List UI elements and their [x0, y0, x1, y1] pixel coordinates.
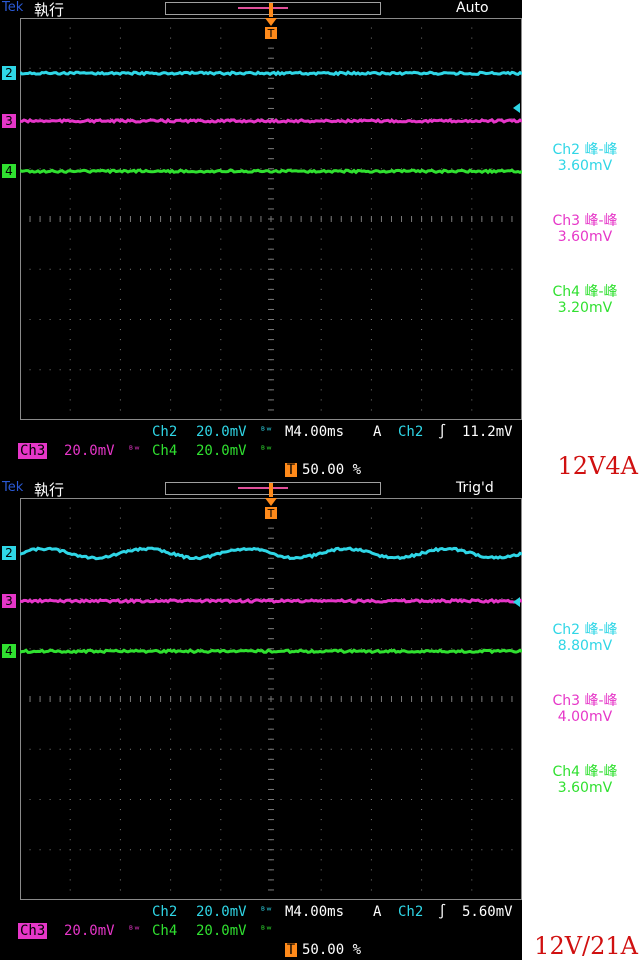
trigger-level-value[interactable]: 11.2mV [460, 424, 515, 440]
ch3-trace [20, 117, 522, 125]
ch4-scale-value[interactable]: 20.0mV [194, 443, 249, 459]
bandwidth-limit-icon: ᴮʷ [126, 443, 143, 459]
measurement-name: Ch4 峰-峰 [552, 284, 618, 300]
measurement-name: Ch4 峰-峰 [552, 764, 618, 780]
trigger-slope-icon[interactable]: ∫ [436, 904, 449, 920]
waveform-graticule [20, 18, 522, 420]
svg-text:T: T [267, 507, 275, 520]
trigger-position-icon: T [264, 18, 278, 40]
trigger-source-label[interactable]: Ch2 [396, 904, 426, 920]
trigger-mode-label: Auto [456, 0, 489, 16]
ch2-channel-label[interactable]: Ch2 [150, 904, 180, 920]
ch3-ground-marker[interactable]: 3 [2, 114, 16, 128]
bandwidth-limit-icon: ᴮʷ [258, 443, 275, 459]
ch2-channel-label[interactable]: Ch2 [150, 424, 180, 440]
ch4-trace [20, 648, 522, 655]
ch3-ground-marker[interactable]: 3 [2, 594, 16, 608]
measurement-name: Ch3 峰-峰 [552, 693, 618, 709]
measurement-value: 3.60mV [557, 780, 613, 796]
ch3-trace [20, 597, 522, 605]
ch2-ground-marker[interactable]: 2 [2, 66, 16, 81]
trigger-position-icon: T [264, 498, 278, 520]
ch3-scale-value[interactable]: 20.0mV [62, 923, 117, 939]
ch2-scale-value[interactable]: 20.0mV [194, 904, 249, 920]
scope-screen-bottom: Tek 執行 Trig'd [0, 480, 530, 960]
ch2-trace [20, 70, 522, 77]
waveform-traces [20, 546, 522, 655]
trigger-position-icon: T [285, 942, 297, 958]
timebase-value[interactable]: M4.00ms [283, 904, 347, 920]
record-bar-marker-icon [267, 2, 275, 17]
ch4-trace [20, 168, 522, 175]
bandwidth-limit-icon: ᴮʷ [126, 923, 143, 939]
scope-screen-top: Tek 執行 Auto [0, 0, 530, 480]
measurement-value: 3.20mV [557, 300, 613, 316]
ch3-scale-value[interactable]: 20.0mV [62, 443, 117, 459]
scope-top-bar: Tek 執行 Trig'd [0, 480, 530, 499]
bandwidth-limit-icon: ᴮʷ [258, 923, 275, 939]
scope-top-bar: Tek 執行 Auto [0, 0, 530, 19]
brand-logo: Tek [2, 480, 24, 495]
ch3-channel-label[interactable]: Ch3 [18, 923, 48, 939]
bandwidth-limit-icon: ᴮʷ [258, 904, 275, 920]
ch3-channel-label[interactable]: Ch3 [18, 443, 48, 459]
panel-caption: 12V4A [557, 452, 638, 480]
trigger-position-icon: T [285, 462, 297, 478]
ch2-ground-marker[interactable]: 2 [2, 546, 16, 561]
measurement-value: 3.60mV [557, 158, 613, 174]
ch2-trace [20, 546, 522, 561]
ch4-ground-marker[interactable]: 4 [2, 164, 16, 179]
trigger-level-arrow-icon[interactable] [511, 592, 521, 607]
timebase-value[interactable]: M4.00ms [283, 424, 347, 440]
run-state-label: 執行 [34, 481, 65, 499]
trigger-level-arrow-icon[interactable] [511, 98, 521, 113]
bandwidth-limit-icon: ᴮʷ [258, 424, 275, 440]
measurement-value: 3.60mV [557, 229, 613, 245]
measurement-name: Ch3 峰-峰 [552, 213, 618, 229]
ch4-scale-value[interactable]: 20.0mV [194, 923, 249, 939]
trigger-type-label: A [371, 424, 384, 440]
waveform-traces [20, 70, 522, 175]
ch2-scale-value[interactable]: 20.0mV [194, 424, 249, 440]
waveform-graticule [20, 498, 522, 900]
ch4-ground-marker[interactable]: 4 [2, 644, 16, 659]
ch4-channel-label[interactable]: Ch4 [150, 443, 180, 459]
trigger-position-value[interactable]: 50.00 % [300, 942, 364, 958]
ch4-channel-label[interactable]: Ch4 [150, 923, 180, 939]
run-state-label: 執行 [34, 1, 65, 19]
trigger-position-value[interactable]: 50.00 % [300, 462, 364, 478]
trigger-mode-label: Trig'd [456, 480, 494, 496]
measurement-name: Ch2 峰-峰 [552, 622, 618, 638]
trigger-type-label: A [371, 904, 384, 920]
brand-logo: Tek [2, 0, 24, 15]
measurement-name: Ch2 峰-峰 [552, 142, 618, 158]
measurement-value: 4.00mV [557, 709, 613, 725]
trigger-source-label[interactable]: Ch2 [396, 424, 426, 440]
trigger-slope-icon[interactable]: ∫ [436, 424, 449, 440]
trigger-level-value[interactable]: 5.60mV [460, 904, 515, 920]
record-bar-marker-icon [267, 482, 275, 497]
svg-text:T: T [267, 27, 275, 40]
panel-caption: 12V/21A [534, 932, 638, 960]
measurement-value: 8.80mV [557, 638, 613, 654]
